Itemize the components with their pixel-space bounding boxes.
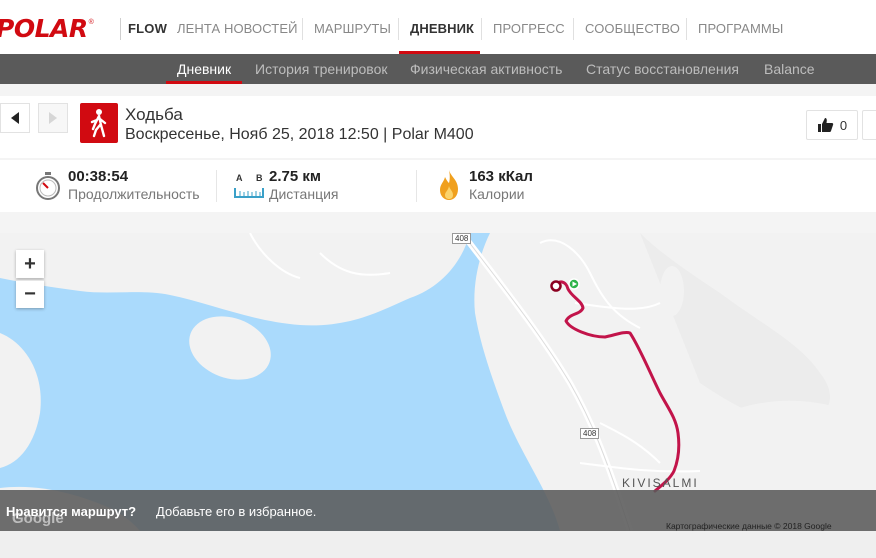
product-name: FLOW [128, 21, 168, 36]
nav-divider [573, 18, 574, 40]
nav-separator [120, 18, 121, 40]
arrow-right-icon [49, 112, 57, 124]
map-canvas [0, 233, 876, 531]
nav-divider [686, 18, 687, 40]
thumbs-up-icon [817, 118, 834, 132]
logo-text: POLAR [0, 13, 88, 43]
road-number-label: 408 [580, 428, 600, 439]
add-to-favorites-link[interactable]: Добавьте его в избранное. [156, 504, 316, 519]
nav-item-routes[interactable]: МАРШРУТЫ [314, 21, 391, 36]
top-navigation: POLAR ® FLOW ЛЕНТА НОВОСТЕЙ МАРШРУТЫ ДНЕ… [0, 0, 876, 54]
bottom-area [0, 531, 876, 558]
route-map[interactable] [0, 233, 876, 531]
favorite-route-question: Нравится маршрут? [6, 504, 137, 519]
stopwatch-icon [36, 172, 60, 200]
nav-item-community[interactable]: СООБЩЕСТВО [585, 21, 680, 36]
road-number-label: 408 [452, 233, 472, 244]
zoom-in-button[interactable]: + [16, 250, 44, 278]
next-activity-button[interactable] [38, 103, 68, 133]
place-label: KIVISALMI [622, 476, 699, 490]
activity-sport-name: Ходьба [125, 105, 183, 124]
nav-divider [302, 18, 303, 40]
like-button[interactable]: 0 [806, 110, 858, 140]
stat-divider [216, 170, 217, 202]
ruler-ab-icon: A B [234, 173, 264, 198]
arrow-left-icon [11, 112, 19, 124]
like-count: 0 [839, 117, 848, 133]
sub-navigation: Дневник История тренировок Физическая ак… [0, 54, 876, 84]
calories-value: 163 кКал [469, 168, 533, 185]
point-b-label: B [256, 173, 263, 183]
zoom-out-button[interactable]: − [16, 280, 44, 308]
walking-person-icon [90, 109, 107, 138]
duration-label: Продолжительность [68, 186, 200, 202]
sport-badge [80, 103, 118, 143]
distance-value: 2.75 км [269, 168, 321, 185]
nav-divider [398, 18, 399, 40]
activity-subtitle: Воскресенье, Нояб 25, 2018 12:50 | Polar… [125, 126, 474, 143]
subnav-item-training-history[interactable]: История тренировок [255, 61, 387, 77]
map-data-credit: Картографические данные © 2018 Google [666, 521, 832, 531]
stat-divider [416, 170, 417, 202]
island-small [660, 266, 684, 316]
subnav-item-recovery[interactable]: Статус восстановления [586, 61, 739, 77]
nav-item-progress[interactable]: ПРОГРЕСС [493, 21, 565, 36]
nav-item-feed[interactable]: ЛЕНТА НОВОСТЕЙ [177, 21, 298, 36]
distance-label: Дистанция [269, 186, 339, 202]
subnav-item-balance[interactable]: Balance [764, 61, 815, 77]
western-shore [0, 333, 41, 468]
subnav-item-diary[interactable]: Дневник [177, 61, 231, 77]
nav-item-diary[interactable]: ДНЕВНИК [410, 21, 474, 36]
flame-icon [440, 170, 458, 200]
registered-mark: ® [88, 18, 94, 26]
calories-label: Калории [469, 186, 525, 202]
nav-item-programs[interactable]: ПРОГРАММЫ [698, 21, 783, 36]
duration-value: 00:38:54 [68, 168, 129, 185]
previous-activity-button[interactable] [0, 103, 30, 133]
nav-divider [481, 18, 482, 40]
more-options-button[interactable] [862, 110, 876, 140]
point-a-label: A [236, 173, 243, 183]
polar-logo[interactable]: POLAR ® [0, 13, 114, 43]
northern-shore [0, 233, 470, 326]
subnav-item-activity[interactable]: Физическая активность [410, 61, 562, 77]
route-start-marker [550, 280, 562, 292]
